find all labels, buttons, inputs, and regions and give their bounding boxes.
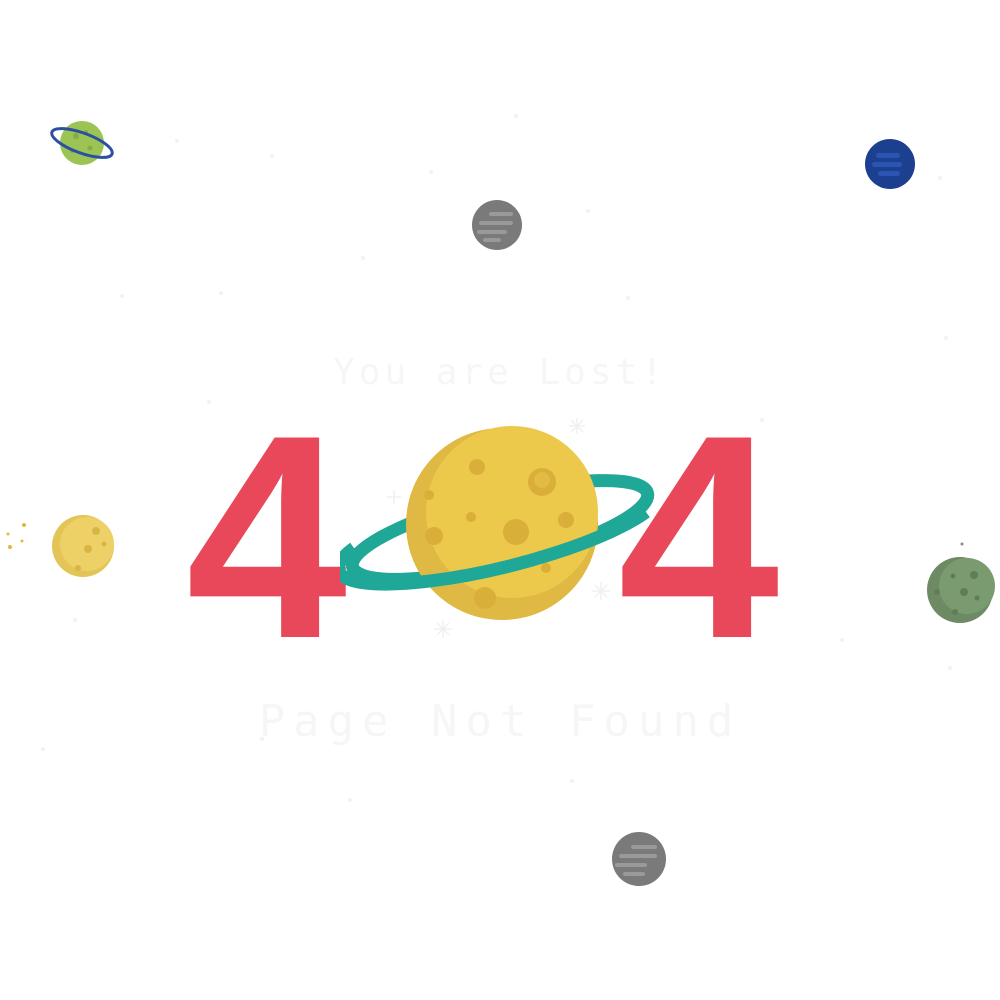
- page-not-found-message: Page Not Found: [258, 696, 742, 747]
- lost-subtitle: You are Lost!: [333, 352, 667, 393]
- green-planet-icon: [927, 542, 995, 623]
- ringed-yellow-planet-icon: [340, 426, 655, 620]
- error-code-last-digit: 4: [618, 375, 780, 699]
- yellow-moon-icon: [6, 515, 114, 577]
- blue-planet-icon: [865, 139, 915, 189]
- gray-planet-icon: [612, 832, 666, 886]
- error-page: You are Lost! 4 4 Page Not Found: [0, 0, 1000, 1000]
- gray-planet-icon: [472, 200, 522, 250]
- ringed-green-planet-icon: [50, 121, 114, 165]
- error-code-first-digit: 4: [186, 375, 348, 699]
